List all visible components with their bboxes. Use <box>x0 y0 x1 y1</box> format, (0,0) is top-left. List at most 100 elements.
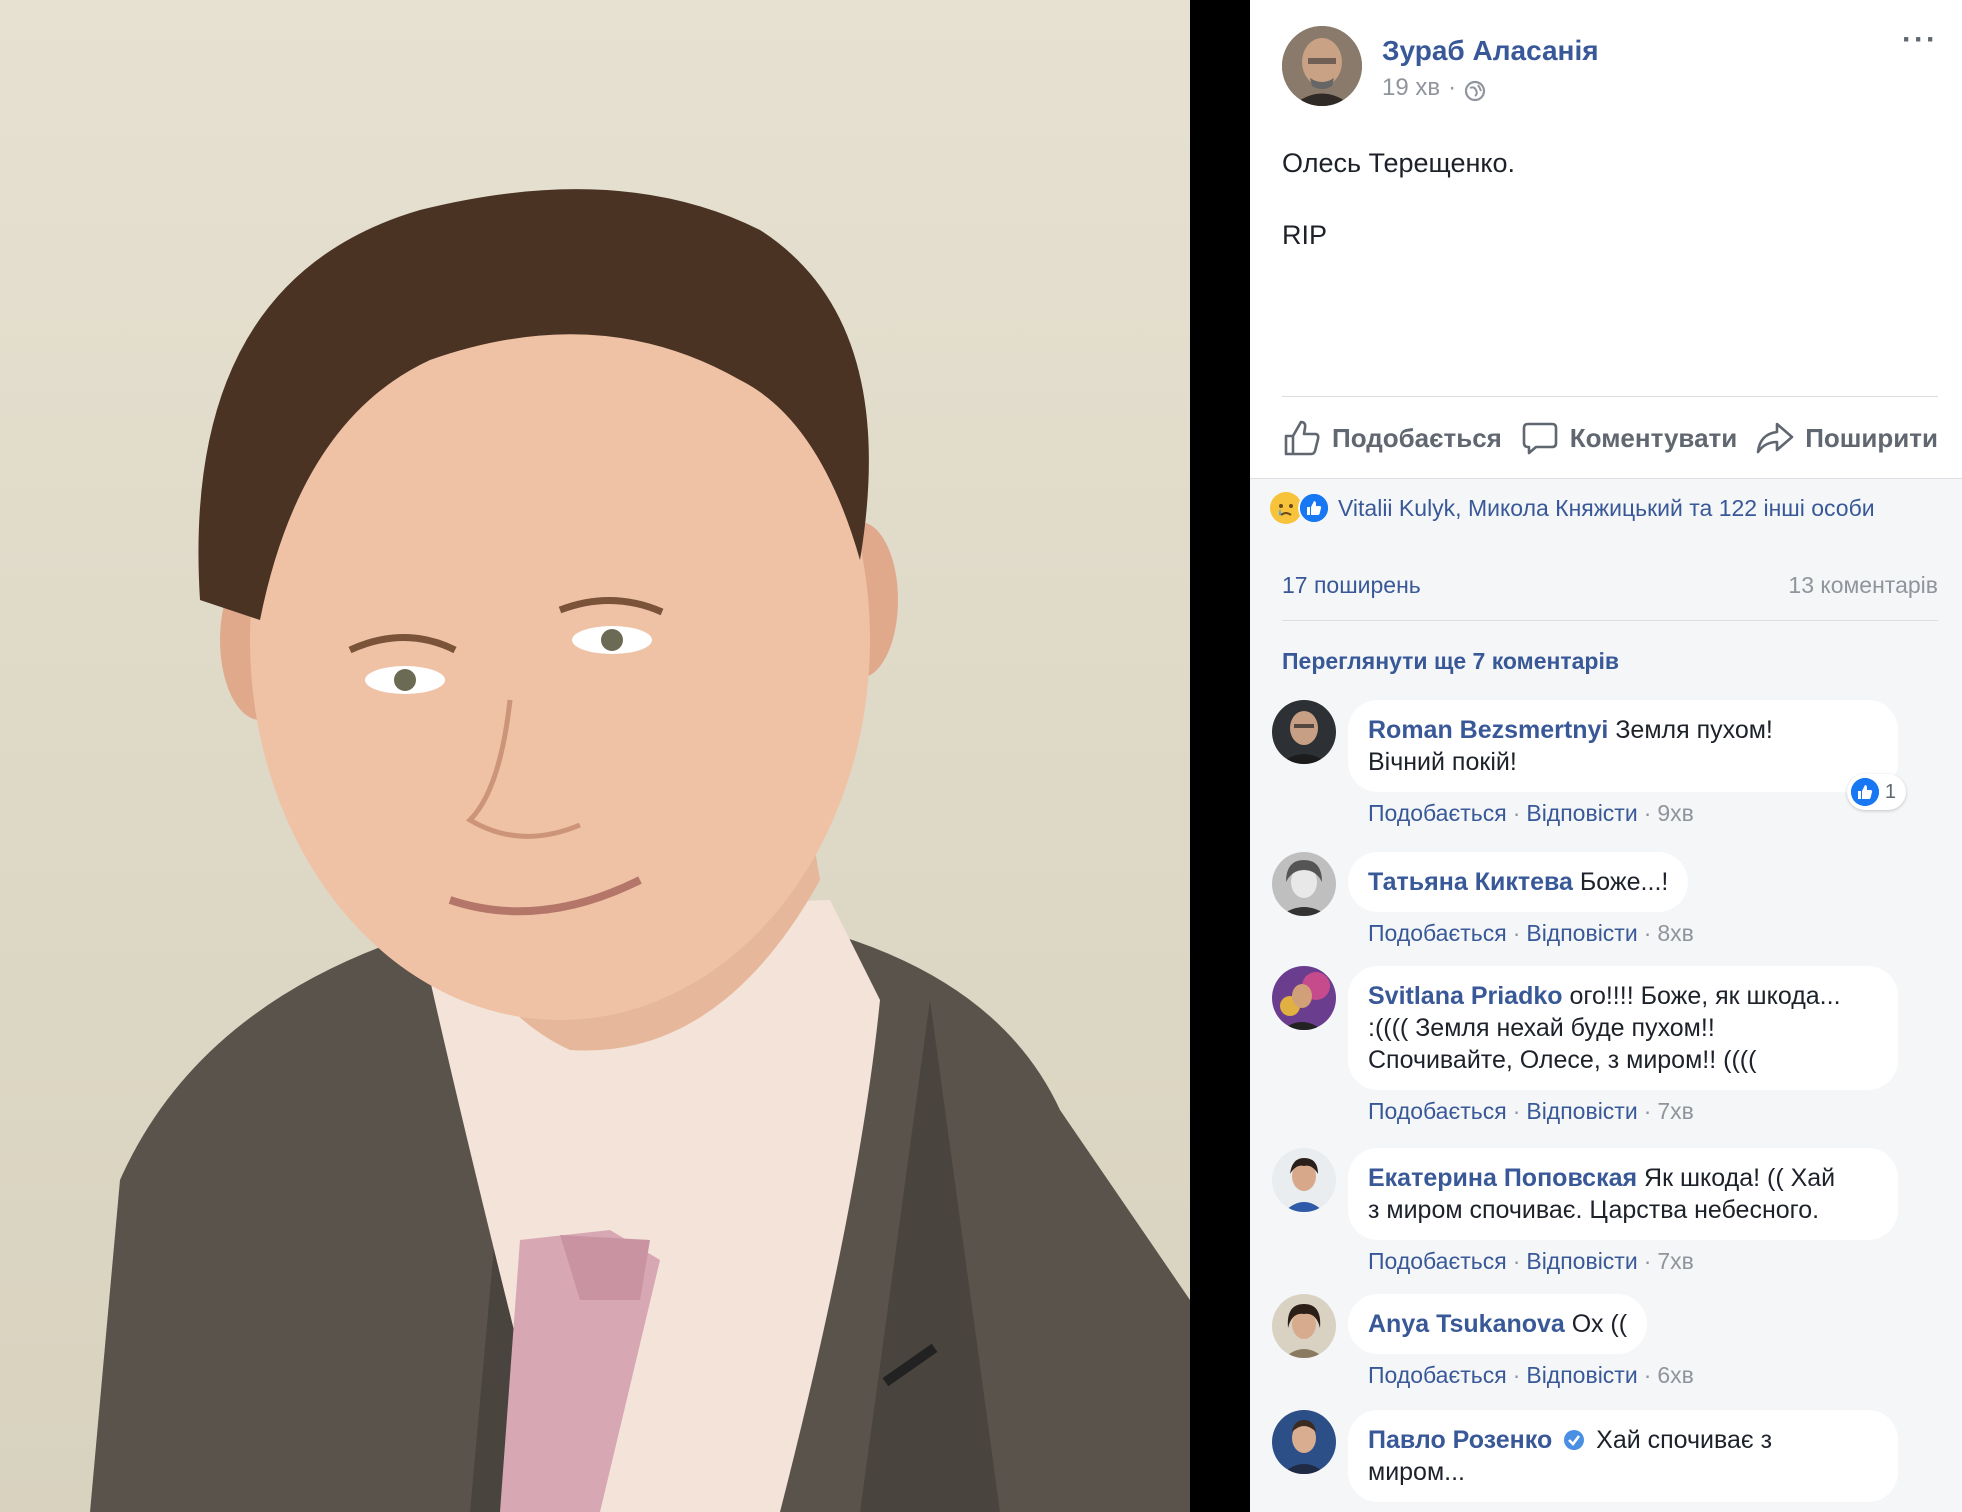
comment-time[interactable]: 6хв <box>1657 1362 1694 1388</box>
commenter-avatar[interactable] <box>1272 1148 1336 1212</box>
comment-time[interactable]: 9хв <box>1657 800 1694 826</box>
post-text-line: Олесь Терещенко. <box>1282 148 1516 178</box>
comments-count[interactable]: 13 коментарів <box>1788 572 1938 599</box>
reaction-icons <box>1270 492 1330 524</box>
comment-text-line: Земля пухом! <box>1615 716 1773 744</box>
commenter-avatar[interactable] <box>1272 1410 1336 1474</box>
commenter-avatar[interactable] <box>1272 700 1336 764</box>
comment-like-count[interactable]: 1 <box>1846 774 1906 810</box>
comment-text-line: ого!!!! Боже, як шкода... <box>1569 982 1841 1010</box>
comment-like-link[interactable]: Подобається <box>1368 1098 1507 1124</box>
divider <box>1282 620 1938 621</box>
comment-actions: Подобається · Відповісти · 7хв <box>1368 1248 1898 1275</box>
post-panel: Зураб Аласанія 19 хв · ··· Олесь Терещен… <box>1250 0 1962 1512</box>
comment-reply-link[interactable]: Відповісти <box>1526 800 1637 826</box>
like-button[interactable]: Подобається <box>1282 418 1502 458</box>
author-avatar[interactable] <box>1282 26 1362 106</box>
like-reaction-icon <box>1850 778 1879 806</box>
comment-reply-link[interactable]: Відповісти <box>1526 1098 1637 1124</box>
post-text-line: RIP <box>1282 220 1328 250</box>
comment-reply-link[interactable]: Відповісти <box>1526 920 1637 946</box>
comment-actions: Подобається · Відповісти · 7хв <box>1368 1098 1898 1125</box>
comment-text-line: :(((( Земля нехай буде пухом!! <box>1368 1014 1715 1042</box>
reactions-summary-text: Vitalii Kulyk, Микола Княжицький та 122 … <box>1338 494 1875 521</box>
author-meta: Зураб Аласанія 19 хв · <box>1382 26 1599 106</box>
post-header: Зураб Аласанія 19 хв · <box>1282 26 1599 106</box>
commenter-name[interactable]: Roman Bezsmertnyi <box>1368 716 1608 744</box>
comment-text-line: Боже...! <box>1579 868 1669 896</box>
comment-button-label: Коментувати <box>1569 422 1738 453</box>
speech-bubble-icon <box>1522 422 1558 455</box>
commenter-name[interactable]: Павло Розенко <box>1368 1426 1552 1454</box>
separator-dot: · <box>1512 1362 1521 1388</box>
comment: Roman Bezsmertnyi Земля пухом! Вічний по… <box>1272 700 1938 827</box>
comment: Anya Tsukanova Ох (( Подобається · Відпові… <box>1272 1294 1938 1389</box>
comment-like-link[interactable]: Подобається <box>1368 1362 1507 1388</box>
comment-text-line: з миром спочиває. Царства небесного. <box>1368 1196 1820 1224</box>
comment: Svitlana Priadko ого!!!! Боже, як шкода.… <box>1272 966 1938 1125</box>
separator-dot: · <box>1643 800 1652 826</box>
comment-body: Svitlana Priadko ого!!!! Боже, як шкода.… <box>1348 966 1898 1125</box>
separator-dot: · <box>1643 1248 1652 1274</box>
comment-body: Павло Розенко Хай спочиває з миром... <box>1348 1410 1898 1502</box>
post-time-text[interactable]: 19 хв <box>1382 70 1440 106</box>
comment-bubble: Павло Розенко Хай спочиває з миром... <box>1348 1410 1898 1502</box>
divider <box>1282 396 1938 397</box>
post-photo[interactable] <box>0 0 1190 1512</box>
comment-reply-link[interactable]: Відповісти <box>1526 1362 1637 1388</box>
portrait-illustration <box>90 189 1190 1512</box>
comment-like-link[interactable]: Подобається <box>1368 1248 1507 1274</box>
post-timestamp: 19 хв · <box>1382 70 1599 106</box>
comment: Татьяна Киктева Боже...! Подобається · Від… <box>1272 852 1938 947</box>
comment-actions: Подобається · Відповісти · 9хв <box>1368 800 1898 827</box>
comment-actions: Подобається · Відповісти · 6хв <box>1368 1362 1694 1389</box>
comment-like-link[interactable]: Подобається <box>1368 920 1507 946</box>
separator-dot: · <box>1512 1098 1521 1124</box>
commenter-avatar[interactable] <box>1272 852 1336 916</box>
verified-badge-icon <box>1563 1427 1585 1450</box>
comment: Екатерина Поповская Як шкода! (( Хай з м… <box>1272 1148 1938 1275</box>
post-stats: 17 поширень 13 коментарів <box>1282 572 1938 599</box>
like-button-label: Подобається <box>1332 422 1502 453</box>
separator-dot: · <box>1512 920 1521 946</box>
reactions-summary[interactable]: Vitalii Kulyk, Микола Княжицький та 122 … <box>1270 492 1875 524</box>
commenter-name[interactable]: Екатерина Поповская <box>1368 1164 1637 1192</box>
comment-like-link[interactable]: Подобається <box>1368 800 1507 826</box>
comment: Павло Розенко Хай спочиває з миром... <box>1272 1410 1938 1502</box>
share-button[interactable]: Поширити <box>1755 418 1938 458</box>
more-options-button[interactable]: ··· <box>1902 25 1938 55</box>
comment-time[interactable]: 8хв <box>1657 920 1694 946</box>
commenter-name[interactable]: Татьяна Киктева <box>1368 868 1573 896</box>
comment-time[interactable]: 7хв <box>1657 1248 1694 1274</box>
separator-dot: · <box>1512 800 1521 826</box>
separator-dot: · <box>1643 1098 1652 1124</box>
share-arrow-icon <box>1756 422 1794 454</box>
separator-dot: · <box>1512 1248 1521 1274</box>
photo-viewer <box>0 0 1250 1512</box>
post-card: Зураб Аласанія 19 хв · ··· Олесь Терещен… <box>1250 0 1962 479</box>
view-more-comments-link[interactable]: Переглянути ще 7 коментарів <box>1282 648 1619 675</box>
separator-dot: · <box>1643 920 1652 946</box>
comment-body: Anya Tsukanova Ох (( Подобається · Відпові… <box>1348 1294 1694 1389</box>
comment-reply-link[interactable]: Відповісти <box>1526 1248 1637 1274</box>
commenter-name[interactable]: Svitlana Priadko <box>1368 982 1563 1010</box>
post-text: Олесь Терещенко. RIP <box>1282 145 1515 289</box>
comment-bubble: Татьяна Киктева Боже...! <box>1348 852 1689 912</box>
comment-text-line: Ох (( <box>1571 1310 1628 1338</box>
comment-time[interactable]: 7хв <box>1657 1098 1694 1124</box>
separator-dot: · <box>1448 74 1457 101</box>
commenter-avatar[interactable] <box>1272 966 1336 1030</box>
commenter-name[interactable]: Anya Tsukanova <box>1368 1310 1565 1338</box>
comment-button[interactable]: Коментувати <box>1520 418 1737 458</box>
comment-body: Екатерина Поповская Як шкода! (( Хай з м… <box>1348 1148 1898 1275</box>
comment-bubble: Екатерина Поповская Як шкода! (( Хай з м… <box>1348 1148 1898 1240</box>
comment-text-line: Вічний покій! <box>1368 748 1517 776</box>
comment-bubble: Svitlana Priadko ого!!!! Боже, як шкода.… <box>1348 966 1898 1090</box>
shares-count[interactable]: 17 поширень <box>1282 572 1421 599</box>
comment-body: Татьяна Киктева Боже...! Подобається · Від… <box>1348 852 1694 947</box>
author-name[interactable]: Зураб Аласанія <box>1382 34 1599 68</box>
commenter-avatar[interactable] <box>1272 1294 1336 1358</box>
comment-like-number: 1 <box>1884 781 1896 803</box>
comment-text-line: миром... <box>1368 1458 1465 1486</box>
comment-text-line: Хай спочиває з <box>1596 1426 1773 1454</box>
